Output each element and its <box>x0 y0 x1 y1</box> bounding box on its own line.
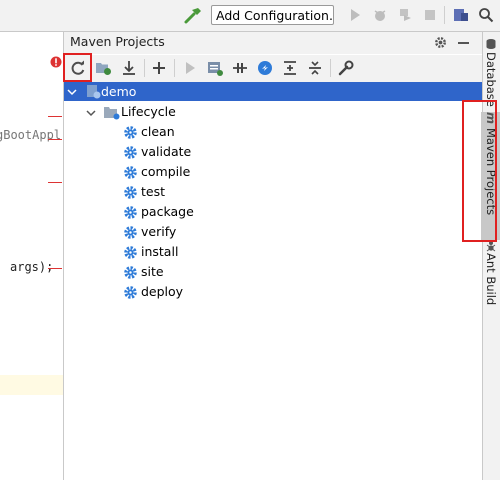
maven-settings-wrench-icon[interactable] <box>337 59 355 77</box>
tree-row-phase[interactable]: test <box>141 184 165 199</box>
coverage-icon[interactable] <box>396 6 414 24</box>
gear-icon <box>124 206 137 219</box>
tree-row-phase[interactable]: validate <box>141 144 191 159</box>
gear-icon <box>124 186 137 199</box>
gear-icon[interactable] <box>433 35 448 50</box>
gear-icon <box>124 166 137 179</box>
gear-icon <box>124 266 137 279</box>
debug-icon[interactable] <box>371 6 389 24</box>
tree-row-phase[interactable]: site <box>141 264 164 279</box>
generate-sources-icon[interactable] <box>95 59 113 77</box>
gear-icon <box>124 246 137 259</box>
folder-icon <box>104 107 120 120</box>
collapse-all-icon[interactable] <box>306 59 324 77</box>
tree-row-phase[interactable]: clean <box>141 124 175 139</box>
gear-icon <box>124 126 137 139</box>
stop-icon[interactable] <box>421 6 439 24</box>
run-icon[interactable] <box>346 6 364 24</box>
database-icon <box>486 39 496 49</box>
execute-goal-icon[interactable] <box>206 59 224 77</box>
toolbar-separator <box>174 59 175 77</box>
database-tab[interactable]: Database <box>484 52 498 107</box>
toggle-offline-mode-icon[interactable] <box>231 59 249 77</box>
code-line: args); <box>10 260 54 274</box>
run-maven-build-icon[interactable] <box>181 59 199 77</box>
build-hammer-icon[interactable] <box>183 6 203 26</box>
toolbar-separator <box>444 6 445 24</box>
gear-icon <box>124 146 137 159</box>
error-stripe-mark <box>48 268 62 269</box>
tree-row-phase[interactable]: compile <box>141 164 190 179</box>
tree-row-phase[interactable]: install <box>141 244 178 259</box>
project-name: demo <box>101 84 137 99</box>
expand-arrow-icon[interactable] <box>86 108 96 118</box>
toolbar-separator <box>144 59 145 77</box>
error-indicator-icon[interactable] <box>50 56 62 68</box>
gear-icon <box>124 286 137 299</box>
tree-row-phase[interactable]: package <box>141 204 194 219</box>
expand-arrow-icon[interactable] <box>67 87 77 97</box>
gear-icon <box>124 226 137 239</box>
hide-panel-icon[interactable] <box>458 42 469 44</box>
project-structure-icon[interactable] <box>452 6 470 24</box>
add-maven-project-icon[interactable] <box>150 59 168 77</box>
tree-row-phase[interactable]: verify <box>141 224 176 239</box>
toolbar-separator <box>330 59 331 77</box>
skip-tests-icon[interactable] <box>256 59 274 77</box>
code-editor[interactable]: gBootAppl args); <box>0 32 64 480</box>
run-configuration-dropdown[interactable]: Add Configuration... <box>211 5 334 25</box>
error-stripe-mark <box>48 182 62 183</box>
current-line-highlight <box>0 375 63 395</box>
annotation-box <box>462 100 497 242</box>
show-dependencies-icon[interactable] <box>281 59 299 77</box>
error-stripe-mark <box>48 139 62 140</box>
annotation-box <box>63 53 92 82</box>
maven-module-icon <box>87 85 101 99</box>
search-icon[interactable] <box>477 6 495 24</box>
panel-title: Maven Projects <box>70 34 165 49</box>
ant-build-tab[interactable]: Ant Build <box>484 253 498 305</box>
download-sources-icon[interactable] <box>120 59 138 77</box>
error-stripe-mark <box>48 116 62 117</box>
tree-row-lifecycle[interactable]: Lifecycle <box>121 104 176 119</box>
tree-row-phase[interactable]: deploy <box>141 284 183 299</box>
